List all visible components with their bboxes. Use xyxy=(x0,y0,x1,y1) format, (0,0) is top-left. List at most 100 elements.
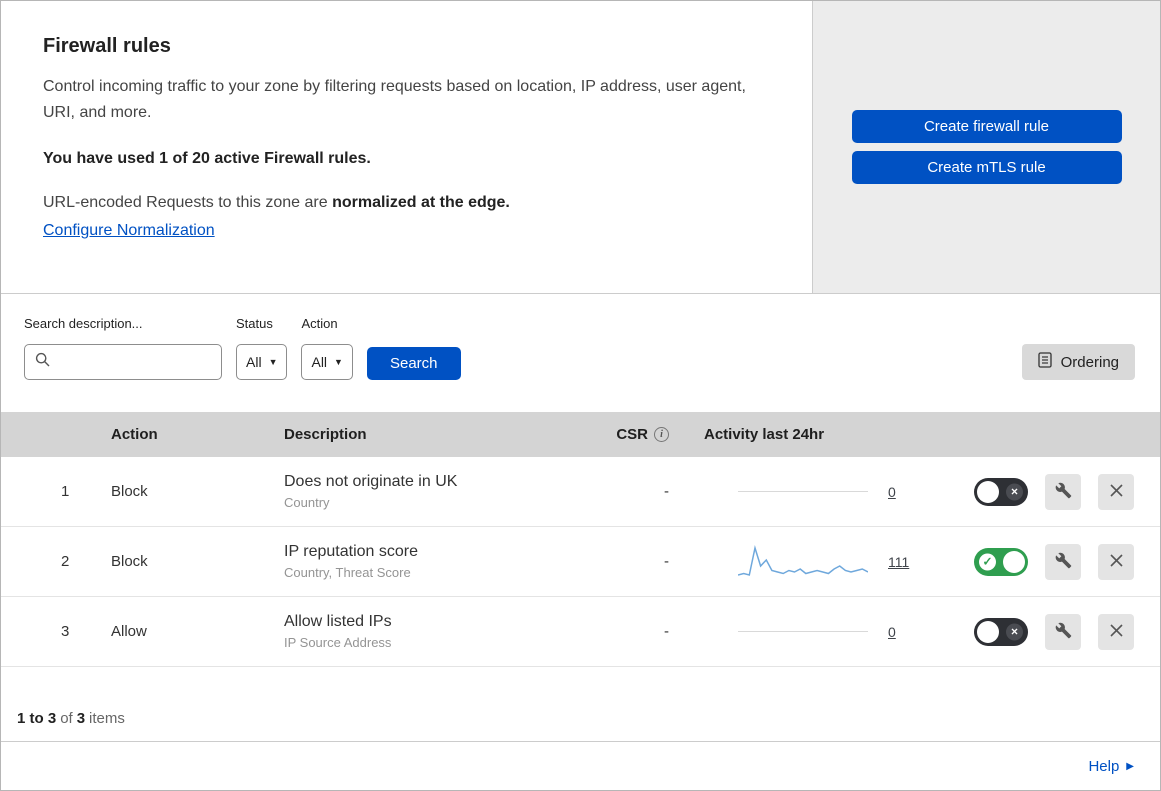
create-mtls-rule-button[interactable]: Create mTLS rule xyxy=(851,151,1122,184)
page-description: Control incoming traffic to your zone by… xyxy=(43,78,746,121)
table-header-row: Action Description CSR i Activity last 2… xyxy=(1,412,1160,457)
help-link-label: Help xyxy=(1088,757,1120,775)
search-label: Search description... xyxy=(24,316,143,331)
activity-count-link[interactable]: 0 xyxy=(888,624,896,640)
ordering-button-label: Ordering xyxy=(1060,353,1119,371)
edit-rule-button[interactable] xyxy=(1045,473,1081,510)
delete-rule-button[interactable] xyxy=(1098,613,1134,650)
search-input[interactable] xyxy=(58,353,211,371)
header-activity: Activity last 24hr xyxy=(704,426,825,443)
action-dropdown-value: All xyxy=(311,354,328,370)
wrench-icon xyxy=(1055,622,1072,642)
rule-fields: Country, Threat Score xyxy=(284,565,411,580)
rule-csr-value: - xyxy=(664,623,669,640)
toggle-state-icon xyxy=(1006,483,1023,500)
toggle-state-icon xyxy=(979,553,996,570)
rule-activity-cell: 111 xyxy=(701,544,974,580)
activity-count-link[interactable]: 111 xyxy=(888,554,909,570)
normalization-text: URL-encoded Requests to this zone are no… xyxy=(43,194,772,212)
rule-csr-value: - xyxy=(664,483,669,500)
rule-fields: Country xyxy=(284,495,330,510)
header-csr: CSR i xyxy=(591,426,701,443)
rule-controls xyxy=(974,543,1160,580)
pagination-summary: 1 to 3 of 3 items xyxy=(1,667,1160,741)
rule-description-cell: Allow listed IPs IP Source Address xyxy=(284,613,591,650)
rule-csr: - xyxy=(591,553,701,570)
rule-csr: - xyxy=(591,623,701,640)
rule-controls xyxy=(974,473,1160,510)
table-row: 1 Block Does not originate in UK Country… xyxy=(1,457,1160,527)
chevron-down-icon: ▼ xyxy=(268,357,278,367)
delete-rule-button[interactable] xyxy=(1098,473,1134,510)
header-csr-label: CSR xyxy=(616,426,648,443)
search-icon xyxy=(35,352,50,372)
pagination-of: of xyxy=(60,710,73,727)
ordering-button[interactable]: Ordering xyxy=(1021,344,1135,380)
close-icon xyxy=(1109,623,1123,640)
close-icon xyxy=(1109,553,1123,570)
toggle-state-icon xyxy=(1006,623,1023,640)
rule-csr: - xyxy=(591,483,701,500)
rule-description-cell: IP reputation score Country, Threat Scor… xyxy=(284,543,591,580)
header-action: Action xyxy=(111,426,158,443)
chevron-down-icon: ▼ xyxy=(334,357,343,367)
rule-enabled-toggle[interactable] xyxy=(974,477,1028,506)
status-dropdown-value: All xyxy=(246,354,262,370)
help-link[interactable]: Help ▶ xyxy=(1088,758,1134,775)
arrow-right-icon: ▶ xyxy=(1126,760,1134,772)
rule-action: Block xyxy=(111,553,148,570)
action-label: Action xyxy=(301,316,338,331)
activity-sparkline-empty xyxy=(738,631,868,632)
delete-rule-button[interactable] xyxy=(1098,543,1134,580)
row-index: 3 xyxy=(61,623,70,640)
rule-description: Allow listed IPs xyxy=(284,613,392,630)
edit-rule-button[interactable] xyxy=(1045,543,1081,580)
rule-action: Block xyxy=(111,483,148,500)
header-actions-panel: Create firewall rule Create mTLS rule xyxy=(812,1,1160,293)
ordering-list-icon xyxy=(1037,352,1052,372)
action-filter-group: Action All ▼ xyxy=(301,316,353,380)
pagination-items-label: items xyxy=(89,710,125,727)
activity-count-link[interactable]: 0 xyxy=(888,484,896,500)
search-box xyxy=(24,344,222,380)
row-index: 2 xyxy=(61,553,70,570)
rule-description-cell: Does not originate in UK Country xyxy=(284,473,591,510)
info-icon[interactable]: i xyxy=(654,427,669,442)
row-index: 1 xyxy=(61,483,70,500)
toggle-knob xyxy=(977,620,999,643)
rule-action: Allow xyxy=(111,623,147,640)
rule-enabled-toggle[interactable] xyxy=(974,547,1028,576)
rule-activity-cell: 0 xyxy=(701,624,974,640)
rule-fields: IP Source Address xyxy=(284,635,392,650)
normalization-prefix: URL-encoded Requests to this zone are xyxy=(43,194,333,211)
help-bar: Help ▶ xyxy=(1,741,1160,790)
edit-rule-button[interactable] xyxy=(1045,613,1081,650)
header-description: Description xyxy=(284,426,367,443)
close-icon xyxy=(1109,483,1123,500)
toggle-knob xyxy=(1003,550,1025,573)
rule-description: Does not originate in UK xyxy=(284,473,458,490)
activity-sparkline-chart xyxy=(738,544,868,576)
usage-summary: You have used 1 of 20 active Firewall ru… xyxy=(43,150,371,167)
search-group: Search description... xyxy=(24,316,222,380)
action-dropdown[interactable]: All ▼ xyxy=(301,344,353,380)
normalization-bold: normalized at the edge. xyxy=(332,194,510,211)
firewall-rules-page: Firewall rules Control incoming traffic … xyxy=(0,0,1161,791)
configure-normalization-link[interactable]: Configure Normalization xyxy=(43,222,215,240)
wrench-icon xyxy=(1055,552,1072,572)
status-filter-group: Status All ▼ xyxy=(236,316,288,380)
status-label: Status xyxy=(236,316,273,331)
pagination-total: 3 xyxy=(76,710,86,727)
page-header: Firewall rules Control incoming traffic … xyxy=(1,1,1160,294)
rule-enabled-toggle[interactable] xyxy=(974,617,1028,646)
status-dropdown[interactable]: All ▼ xyxy=(236,344,288,380)
wrench-icon xyxy=(1055,482,1072,502)
create-firewall-rule-button[interactable]: Create firewall rule xyxy=(851,110,1122,143)
rule-description: IP reputation score xyxy=(284,543,419,560)
toggle-knob xyxy=(977,480,999,503)
header-text-block: Firewall rules Control incoming traffic … xyxy=(1,1,812,293)
search-button[interactable]: Search xyxy=(366,347,461,380)
table-row: 2 Block IP reputation score Country, Thr… xyxy=(1,527,1160,597)
pagination-range: 1 to 3 xyxy=(17,710,57,727)
page-title: Firewall rules xyxy=(43,35,171,57)
